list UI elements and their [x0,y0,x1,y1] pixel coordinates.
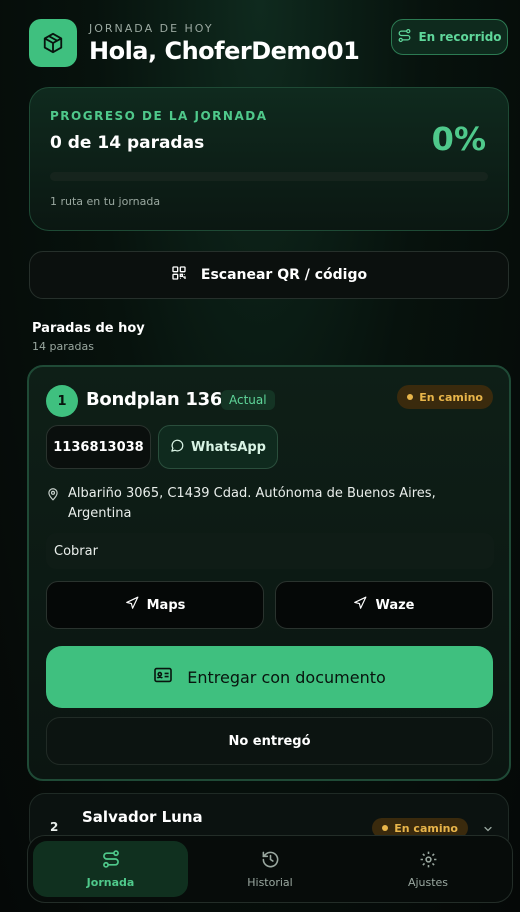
progress-percent: 0% [431,120,486,158]
status-badge: En camino [397,385,493,409]
not-delivered-button[interactable]: No entregó [46,717,493,765]
route-icon [397,28,412,46]
header: JORNADA DE HOY Hola, ChoferDemo01 En rec… [29,19,508,69]
status-dot [407,394,414,400]
header-kicker: JORNADA DE HOY [89,22,214,35]
progress-card: PROGRESO DE LA JORNADA 0 de 14 paradas 0… [29,87,509,231]
gear-icon [419,850,438,872]
navigation-icon [125,596,139,614]
section-subtitle: 14 paradas [32,340,94,353]
bottom-nav: Jornada Historial Ajustes [27,835,513,903]
route-icon [101,849,121,872]
whatsapp-icon [170,438,185,457]
progress-track [50,172,488,181]
scan-qr-button[interactable]: Escanear QR / código [29,251,509,299]
navigation-icon [353,596,367,614]
status-label: En recorrido [418,30,502,44]
page-title: Hola, ChoferDemo01 [89,37,360,65]
current-badge: Actual [221,390,275,410]
whatsapp-label: WhatsApp [191,439,266,455]
status-badge-label: En camino [419,390,483,404]
stop-name: Salvador Luna [82,808,203,826]
address: Albariño 3065, C1439 Cdad. Autónoma de B… [46,484,486,524]
waze-button[interactable]: Waze [275,581,493,629]
package-icon [29,19,77,67]
whatsapp-button[interactable]: WhatsApp [158,425,278,469]
deliver-label: Entregar con documento [187,667,386,687]
deliver-with-document-button[interactable]: Entregar con documento [46,646,493,708]
nav-label: Jornada [86,876,135,889]
nav-label: Historial [247,875,293,889]
address-text: Albariño 3065, C1439 Cdad. Autónoma de B… [68,486,436,521]
nav-label: Ajustes [407,875,449,889]
history-icon [261,850,280,872]
status-button[interactable]: En recorrido [391,19,508,55]
nav-item-jornada[interactable]: Jornada [33,841,188,897]
progress-count: 0 de 14 paradas [50,133,205,153]
stop-name: Bondplan 1367 [86,389,235,410]
nav-item-historial[interactable]: Historial [192,841,348,897]
nav-item-ajustes[interactable]: Ajustes [350,841,506,897]
id-card-icon [153,667,173,687]
waze-label: Waze [375,597,415,613]
maps-label: Maps [146,597,186,613]
scan-label: Escanear QR / código [200,267,368,283]
stop-number: 2 [50,820,59,834]
qr-code-icon [171,265,187,285]
status-badge-label: En camino [394,821,458,835]
phone-button[interactable]: 1136813038 [46,425,151,469]
current-stop-card: 1 Bondplan 1367 Actual En camino 1136813… [27,365,511,781]
stop-note: Cobrar [46,533,494,569]
maps-button[interactable]: Maps [46,581,264,629]
progress-kicker: PROGRESO DE LA JORNADA [50,109,268,123]
map-pin-icon [46,484,60,524]
stop-number: 1 [46,385,78,417]
status-dot [382,825,389,831]
progress-note: 1 ruta en tu jornada [50,195,161,208]
section-title: Paradas de hoy [32,321,145,336]
